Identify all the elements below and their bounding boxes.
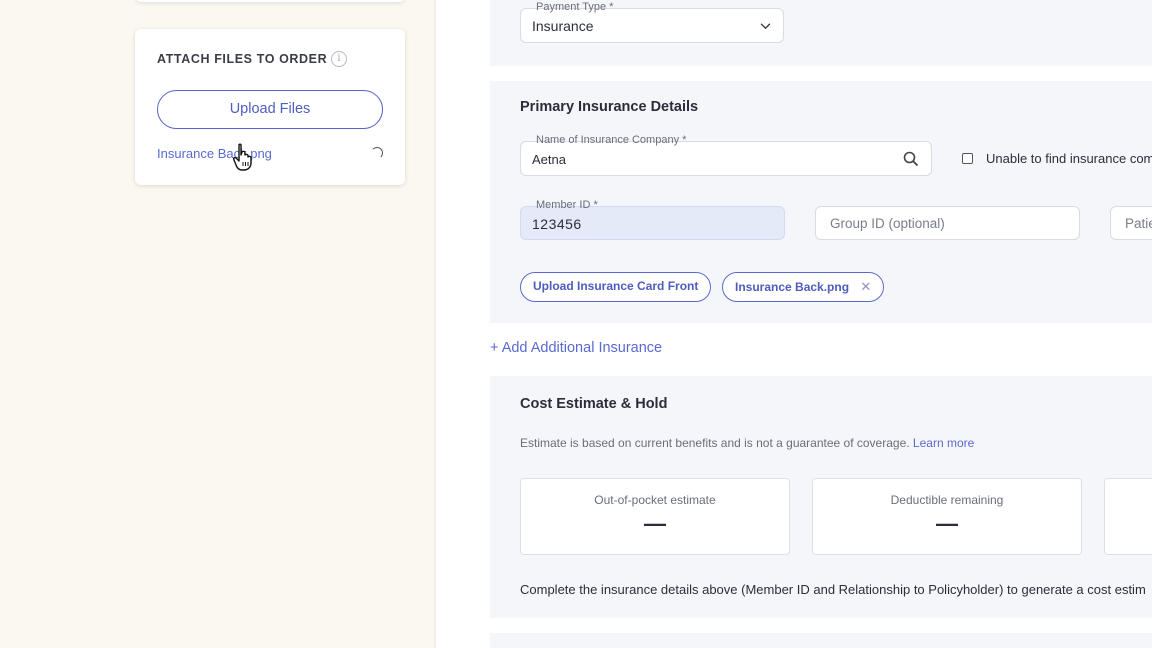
member-id-label: Member ID * (536, 199, 598, 211)
left-panel: ATTACH FILES TO ORDER i Upload Files Ins… (0, 0, 436, 648)
patient-placeholder: Patie (1125, 216, 1152, 231)
upload-files-button[interactable]: Upload Files (157, 90, 383, 129)
deductible-box: Deductible remaining — (812, 478, 1082, 555)
cost-estimate-section: Cost Estimate & Hold Estimate is based o… (490, 376, 1152, 618)
third-estimate-box (1104, 478, 1152, 555)
out-of-pocket-box: Out-of-pocket estimate — (520, 478, 790, 555)
payment-section: Payment Type * Insurance (490, 0, 1152, 66)
payment-type-label: Payment Type * (536, 1, 614, 13)
attach-files-title: ATTACH FILES TO ORDER (157, 52, 328, 66)
add-additional-insurance-link[interactable]: + Add Additional Insurance (490, 340, 662, 356)
insurance-company-field[interactable]: Name of Insurance Company * Aetna (520, 134, 932, 176)
insurance-company-value: Aetna (532, 152, 566, 167)
insurance-company-label: Name of Insurance Company * (536, 134, 687, 146)
primary-insurance-section: Primary Insurance Details Name of Insura… (490, 81, 1152, 323)
payment-type-value: Insurance (532, 18, 594, 34)
complete-details-note: Complete the insurance details above (Me… (520, 582, 1146, 597)
previous-card (135, 0, 405, 2)
right-panel: Payment Type * Insurance Primary Insuran… (436, 0, 1152, 648)
attached-file-link[interactable]: Insurance Back.png (157, 146, 272, 161)
learn-more-link[interactable]: Learn more (913, 436, 974, 450)
insurance-back-chip-label: Insurance Back.png (735, 280, 850, 294)
group-id-placeholder: Group ID (optional) (830, 216, 945, 231)
group-id-field[interactable]: Group ID (optional) (815, 206, 1080, 240)
attach-files-card: ATTACH FILES TO ORDER i Upload Files Ins… (135, 29, 405, 185)
info-icon[interactable]: i (331, 51, 347, 67)
close-icon[interactable]: ✕ (860, 273, 871, 300)
estimate-note-text: Estimate is based on current benefits an… (520, 436, 910, 450)
unable-to-find-label: Unable to find insurance com (986, 151, 1152, 166)
pointer-cursor-icon (233, 143, 252, 171)
upload-card-front-label: Upload Insurance Card Front (533, 279, 699, 293)
insurance-back-chip: Insurance Back.png ✕ (722, 272, 885, 302)
member-id-field[interactable]: Member ID * 123456 (520, 199, 785, 240)
payment-type-select[interactable]: Payment Type * Insurance (520, 1, 784, 43)
out-of-pocket-label: Out-of-pocket estimate (594, 493, 716, 507)
unable-to-find-checkbox[interactable] (962, 153, 973, 164)
spinner-icon (371, 147, 383, 159)
member-id-value: 123456 (532, 216, 582, 232)
estimate-note: Estimate is based on current benefits an… (520, 436, 974, 450)
deductible-value: — (936, 511, 958, 536)
upload-card-front-button[interactable]: Upload Insurance Card Front (520, 272, 712, 302)
primary-insurance-title: Primary Insurance Details (520, 99, 699, 115)
cost-estimate-title: Cost Estimate & Hold (520, 396, 668, 412)
out-of-pocket-value: — (644, 511, 666, 536)
search-icon[interactable] (903, 151, 919, 167)
patient-field[interactable]: Patie (1110, 206, 1152, 240)
next-section (490, 633, 1152, 648)
deductible-label: Deductible remaining (890, 493, 1004, 507)
chevron-down-icon (760, 23, 771, 30)
